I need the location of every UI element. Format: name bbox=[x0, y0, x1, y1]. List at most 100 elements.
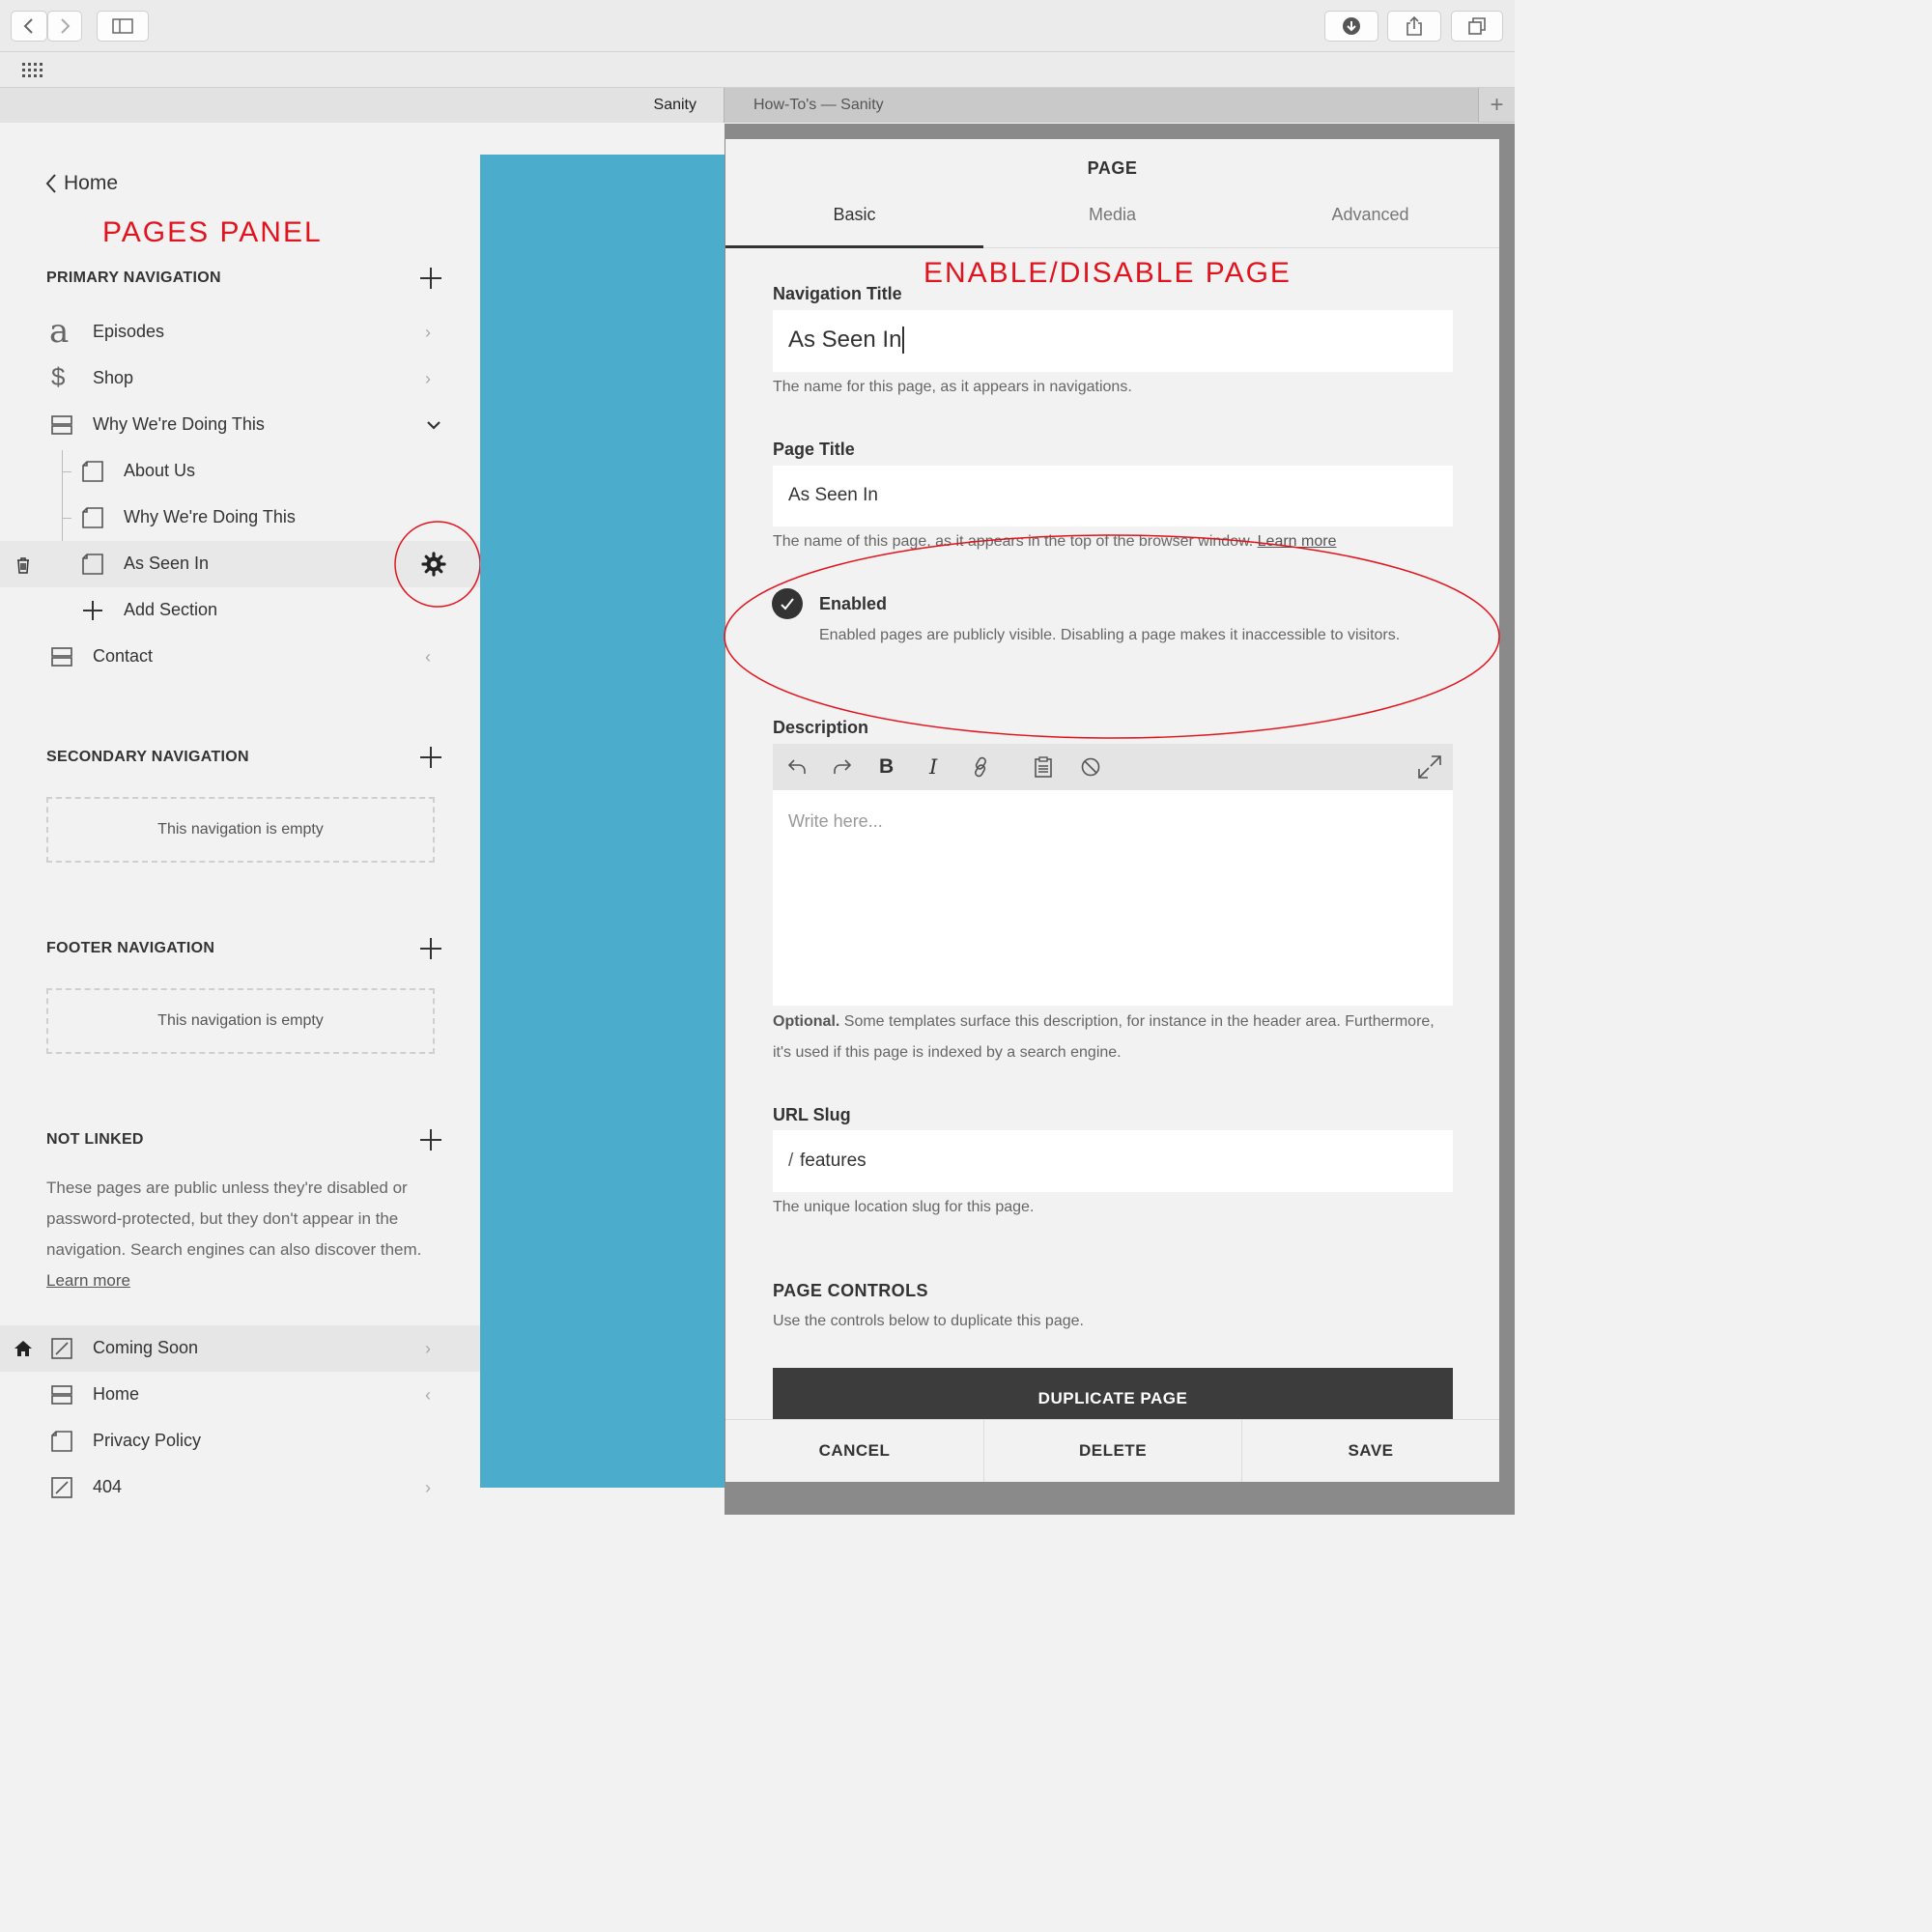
favorites-bar bbox=[0, 52, 1515, 88]
chevron-left-icon bbox=[23, 18, 33, 34]
share-button[interactable] bbox=[1387, 11, 1441, 42]
chevron-right-icon: › bbox=[425, 369, 431, 388]
footer-empty-box: This navigation is empty bbox=[46, 988, 435, 1054]
tab-bar: Sanity How-To's — Sanity + bbox=[0, 88, 1515, 123]
footer-navigation-heading: FOOTER NAVIGATION bbox=[46, 940, 215, 956]
tab-sanity[interactable]: Sanity bbox=[0, 88, 724, 123]
add-section-label: Add Section bbox=[124, 600, 218, 619]
nav-item-why-folder[interactable]: Why We're Doing This bbox=[0, 402, 480, 448]
active-tab-indicator bbox=[725, 245, 983, 248]
link-icon[interactable] bbox=[971, 756, 990, 778]
url-slug-input[interactable]: / features bbox=[773, 1130, 1453, 1192]
site-preview-canvas bbox=[480, 155, 724, 1488]
chevron-left-icon: ‹ bbox=[425, 647, 431, 667]
italic-icon[interactable]: I bbox=[929, 755, 937, 779]
nav-item-episodes[interactable]: a Episodes › bbox=[0, 309, 480, 355]
page-icon bbox=[82, 461, 103, 482]
dialog-title: PAGE bbox=[1087, 158, 1138, 178]
duplicate-page-button[interactable]: DUPLICATE PAGE bbox=[773, 1368, 1453, 1420]
new-tab-button[interactable]: + bbox=[1478, 88, 1515, 123]
tab-title: Sanity bbox=[653, 97, 696, 113]
folder-icon bbox=[51, 1385, 72, 1405]
page-title-input[interactable]: As Seen In bbox=[773, 466, 1453, 526]
sidebar-toggle-button[interactable] bbox=[97, 11, 149, 42]
tabs-overview-button[interactable] bbox=[1451, 11, 1503, 42]
nav-item-coming-soon[interactable]: Coming Soon › bbox=[0, 1325, 480, 1372]
duplicate-page-label: DUPLICATE PAGE bbox=[1037, 1389, 1188, 1407]
nav-item-label: Why We're Doing This bbox=[124, 507, 296, 526]
pages-panel-annotation: PAGES PANEL bbox=[102, 216, 323, 248]
nav-item-label: As Seen In bbox=[124, 554, 210, 573]
back-button[interactable] bbox=[11, 11, 47, 42]
nav-item-privacy-policy[interactable]: Privacy Policy bbox=[0, 1418, 480, 1464]
add-footer-page-button[interactable] bbox=[418, 936, 443, 961]
cancel-label: CANCEL bbox=[818, 1441, 891, 1460]
redo-icon[interactable] bbox=[832, 757, 853, 777]
grid-icon[interactable] bbox=[21, 62, 43, 79]
forward-button[interactable] bbox=[47, 11, 82, 42]
editor-toolbar: B I bbox=[773, 744, 1453, 790]
navigation-title-help: The name for this page, as it appears in… bbox=[773, 379, 1132, 395]
nav-item-404[interactable]: 404 › bbox=[0, 1464, 480, 1511]
folder-icon bbox=[51, 415, 72, 435]
page-title-label: Page Title bbox=[773, 440, 855, 459]
undo-icon[interactable] bbox=[786, 757, 808, 777]
chevron-down-icon[interactable] bbox=[426, 420, 441, 430]
paste-icon[interactable] bbox=[1034, 756, 1053, 778]
nav-item-label: Privacy Policy bbox=[93, 1431, 202, 1450]
nav-item-label: About Us bbox=[124, 461, 196, 480]
nav-item-about-us[interactable]: About Us bbox=[0, 448, 480, 495]
tab-how-tos[interactable]: How-To's — Sanity bbox=[724, 88, 1478, 123]
cover-page-icon bbox=[51, 1338, 72, 1359]
folder-icon bbox=[51, 647, 72, 667]
learn-more-link[interactable]: Learn more bbox=[46, 1271, 130, 1290]
save-button[interactable]: SAVE bbox=[1242, 1420, 1499, 1482]
download-icon bbox=[1343, 17, 1360, 35]
nav-item-label: Shop bbox=[93, 368, 134, 387]
page-icon bbox=[82, 554, 103, 575]
link-a-icon: a bbox=[49, 312, 70, 351]
page-controls-help: Use the controls below to duplicate this… bbox=[773, 1313, 1084, 1329]
chevron-left-icon bbox=[45, 174, 56, 193]
not-linked-heading: NOT LINKED bbox=[46, 1131, 144, 1148]
enable-disable-annotation: ENABLE/DISABLE PAGE bbox=[923, 257, 1292, 289]
nav-item-shop[interactable]: $ Shop › bbox=[0, 355, 480, 402]
home-back-label: Home bbox=[64, 172, 119, 194]
nav-item-home[interactable]: Home ‹ bbox=[0, 1372, 480, 1418]
cancel-button[interactable]: CANCEL bbox=[725, 1420, 983, 1482]
not-linked-text: These pages are public unless they're di… bbox=[46, 1179, 422, 1259]
home-icon bbox=[14, 1341, 32, 1356]
nav-item-label: Contact bbox=[93, 646, 154, 666]
description-editor[interactable]: Write here... bbox=[773, 790, 1453, 1006]
tabs-icon bbox=[1468, 17, 1486, 35]
navigation-title-input[interactable]: As Seen In bbox=[773, 310, 1453, 372]
enabled-annotation-ellipse bbox=[724, 534, 1500, 739]
tab-basic[interactable]: Basic bbox=[725, 205, 983, 225]
delete-button[interactable]: DELETE bbox=[984, 1420, 1241, 1482]
page-controls-heading: PAGE CONTROLS bbox=[773, 1281, 928, 1300]
add-section-button[interactable]: Add Section bbox=[0, 587, 480, 634]
trash-icon[interactable] bbox=[15, 556, 31, 574]
url-slug-prefix: / bbox=[788, 1151, 794, 1171]
tab-media[interactable]: Media bbox=[983, 205, 1241, 225]
navigation-title-value: As Seen In bbox=[788, 327, 905, 354]
clear-format-icon[interactable] bbox=[1080, 756, 1101, 778]
tab-advanced[interactable]: Advanced bbox=[1241, 205, 1499, 225]
dollar-icon: $ bbox=[51, 362, 66, 391]
downloads-button[interactable] bbox=[1324, 11, 1378, 42]
add-not-linked-page-button[interactable] bbox=[418, 1127, 443, 1152]
chevron-right-icon bbox=[61, 18, 71, 34]
bold-icon[interactable]: B bbox=[879, 755, 894, 779]
tab-title: How-To's — Sanity bbox=[753, 97, 884, 113]
add-primary-page-button[interactable] bbox=[418, 266, 443, 291]
nav-item-contact[interactable]: Contact ‹ bbox=[0, 634, 480, 680]
expand-icon[interactable] bbox=[1417, 754, 1442, 780]
share-icon bbox=[1406, 15, 1422, 36]
page-icon bbox=[82, 507, 103, 528]
nav-item-label: Coming Soon bbox=[93, 1338, 199, 1357]
url-slug-value: features bbox=[800, 1151, 867, 1171]
home-back-link[interactable]: Home bbox=[44, 172, 118, 195]
description-label: Description bbox=[773, 718, 869, 737]
browser-toolbar bbox=[0, 0, 1515, 52]
add-secondary-page-button[interactable] bbox=[418, 745, 443, 770]
